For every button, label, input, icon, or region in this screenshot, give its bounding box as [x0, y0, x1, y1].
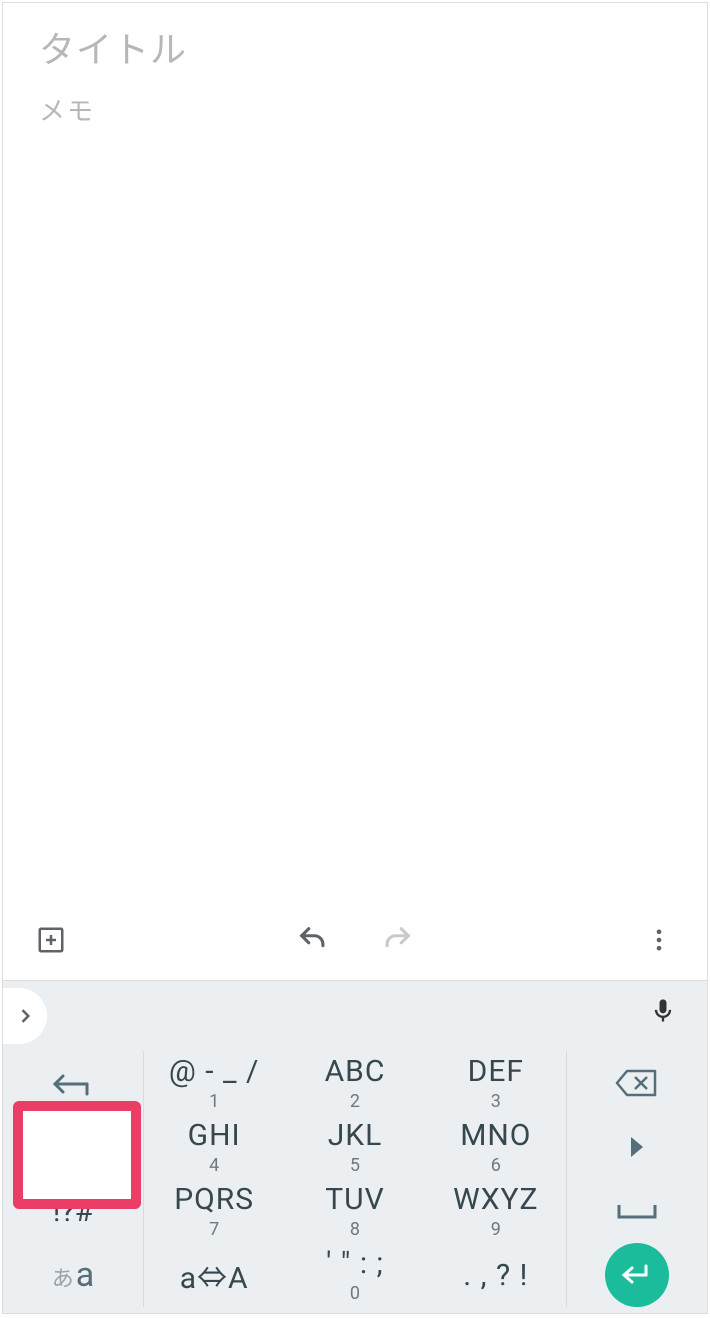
key-sub: 3 [491, 1091, 501, 1112]
undo-button[interactable] [291, 918, 335, 962]
more-button[interactable] [637, 918, 681, 962]
key-main: a⇔A [180, 1253, 249, 1297]
key-sub: 8 [350, 1219, 360, 1240]
app-screen: @ - _ /1 ABC2 DEF3 GHI4 JKL5 MNO6 !?# PQ… [2, 2, 708, 1314]
note-editor [3, 3, 707, 900]
key-main: ABC [325, 1054, 386, 1089]
case-toggle-key[interactable]: a⇔A [143, 1243, 284, 1307]
more-vertical-icon [645, 926, 673, 954]
backspace-icon [615, 1067, 659, 1099]
enter-key[interactable] [567, 1243, 707, 1307]
key-6[interactable]: MNO6 [426, 1115, 567, 1179]
key-sub: 7 [209, 1219, 219, 1240]
key-main: JKL [328, 1118, 383, 1153]
key-main: WXYZ [453, 1182, 538, 1217]
key-5[interactable]: JKL5 [284, 1115, 425, 1179]
key-sub: 0 [350, 1283, 360, 1304]
key-9[interactable]: WXYZ9 [426, 1179, 567, 1243]
key-8[interactable]: TUV8 [284, 1179, 425, 1243]
space-key[interactable] [567, 1179, 707, 1243]
triangle-right-icon [627, 1135, 647, 1159]
key-main: . , ? ! [463, 1258, 528, 1293]
mode-en-label: a [76, 1255, 95, 1295]
mic-icon [649, 997, 677, 1025]
key-sub: 2 [350, 1091, 360, 1112]
chevron-right-icon [15, 1006, 35, 1026]
key-main: @ - _ / [169, 1054, 259, 1089]
key-main: TUV [325, 1182, 384, 1217]
key-sub: 5 [350, 1155, 360, 1176]
backspace-key[interactable] [567, 1051, 707, 1115]
cursor-left-key[interactable] [3, 1115, 143, 1179]
key-7[interactable]: PQRS7 [143, 1179, 284, 1243]
symbols-key[interactable]: !?# [3, 1179, 143, 1243]
key-4[interactable]: GHI4 [143, 1115, 284, 1179]
key-1[interactable]: @ - _ /1 [143, 1051, 284, 1115]
voice-input-button[interactable] [649, 997, 677, 1025]
key-0[interactable]: ' " : ;0 [284, 1243, 425, 1307]
enter-icon [620, 1262, 654, 1288]
plus-box-icon [36, 925, 66, 955]
key-sub: 6 [491, 1155, 501, 1176]
key-3[interactable]: DEF3 [426, 1051, 567, 1115]
mode-jp-label: あ [52, 1261, 74, 1293]
redo-icon [380, 923, 414, 957]
input-mode-key[interactable]: あ a [3, 1243, 143, 1307]
key-grid: @ - _ /1 ABC2 DEF3 GHI4 JKL5 MNO6 !?# PQ… [3, 1051, 707, 1313]
key-sub: 1 [209, 1091, 219, 1112]
punctuation-key[interactable]: . , ? ! [426, 1243, 567, 1307]
key-main: !?# [53, 1194, 93, 1229]
reverse-key[interactable] [3, 1051, 143, 1115]
key-main: MNO [460, 1118, 531, 1153]
body-input[interactable] [39, 91, 671, 121]
add-button[interactable] [29, 918, 73, 962]
key-2[interactable]: ABC2 [284, 1051, 425, 1115]
keyboard: @ - _ /1 ABC2 DEF3 GHI4 JKL5 MNO6 !?# PQ… [3, 980, 707, 1313]
undo-icon [296, 923, 330, 957]
key-main: ' " : ; [326, 1246, 384, 1281]
enter-circle [605, 1243, 669, 1307]
key-main: DEF [468, 1054, 524, 1089]
triangle-left-icon [63, 1135, 83, 1159]
suggestion-expand-button[interactable] [3, 988, 47, 1044]
key-sub: 9 [491, 1219, 501, 1240]
reverse-arrow-icon [49, 1068, 97, 1098]
cursor-right-key[interactable] [567, 1115, 707, 1179]
redo-button[interactable] [375, 918, 419, 962]
title-input[interactable] [39, 29, 671, 71]
note-toolbar [3, 900, 707, 980]
key-main: PQRS [174, 1182, 254, 1217]
key-sub: 4 [209, 1155, 219, 1176]
suggestion-bar [3, 981, 707, 1051]
key-main: GHI [188, 1118, 241, 1153]
space-icon [613, 1199, 661, 1223]
